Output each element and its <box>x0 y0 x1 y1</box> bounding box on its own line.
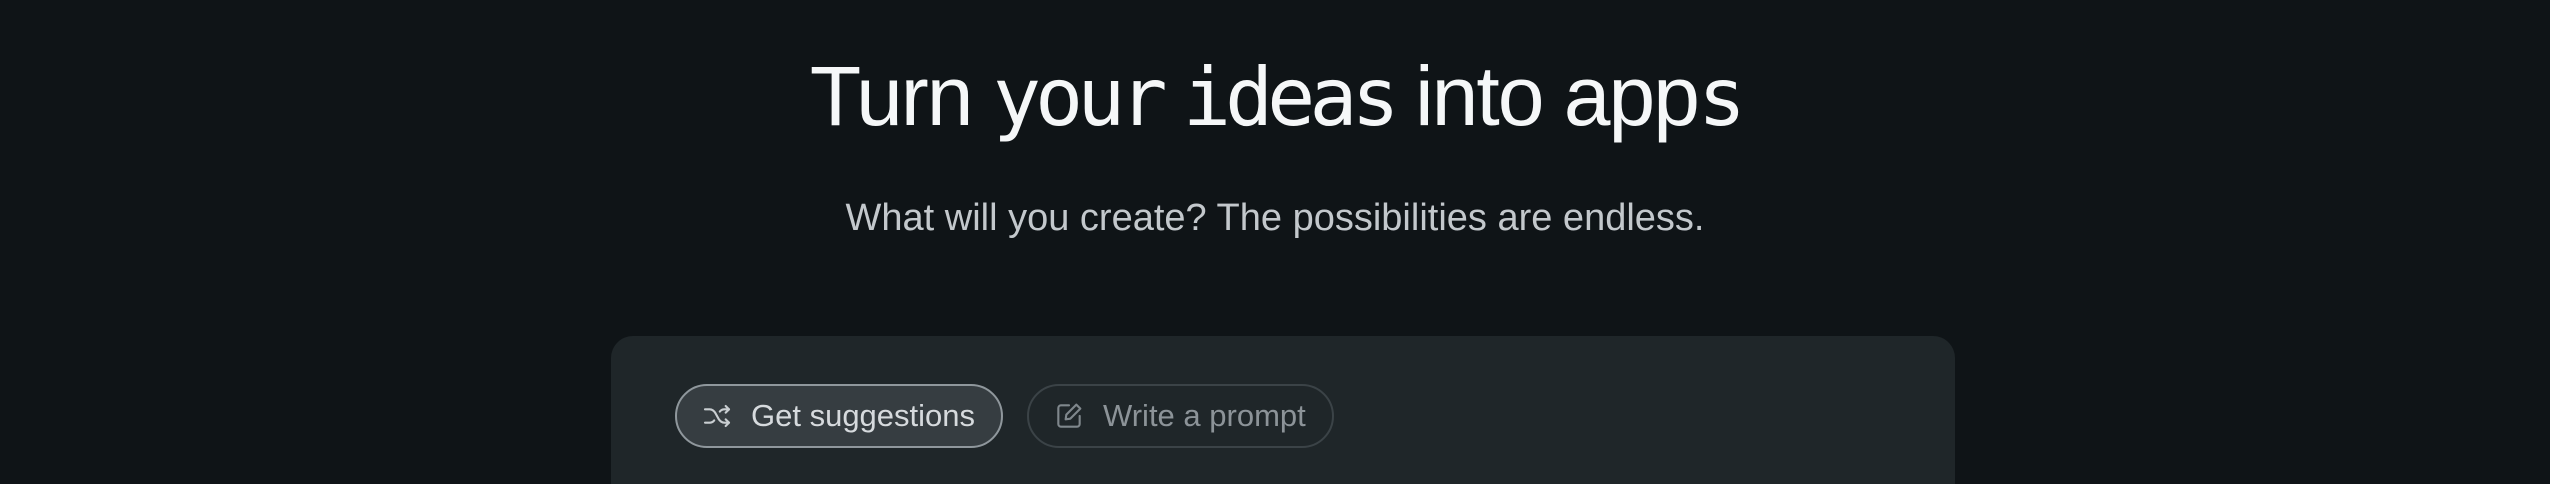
shuffle-icon <box>701 400 733 432</box>
title-pixel-word: ideas <box>1182 51 1400 144</box>
title-text <box>1161 49 1182 143</box>
write-prompt-tab[interactable]: Write a prompt <box>1027 384 1334 448</box>
title-text: Turn <box>809 49 993 143</box>
get-suggestions-tab[interactable]: Get suggestions <box>675 384 1004 448</box>
prompt-card: Get suggestions Write a prompt <box>611 336 1955 484</box>
mode-tabs: Get suggestions Write a prompt <box>675 384 1334 448</box>
write-prompt-label: Write a prompt <box>1103 398 1306 433</box>
hero-title: Turn your ideas into apps <box>0 46 2550 148</box>
landing-page: Turn your ideas into apps What will you … <box>0 0 2550 484</box>
edit-icon <box>1053 400 1085 432</box>
title-pixel-word: your <box>992 51 1168 144</box>
title-text: into app <box>1393 49 1700 143</box>
title-pixel-word: s <box>1697 51 1746 144</box>
get-suggestions-label: Get suggestions <box>751 398 976 433</box>
hero-subtitle: What will you create? The possibilities … <box>845 197 1705 239</box>
